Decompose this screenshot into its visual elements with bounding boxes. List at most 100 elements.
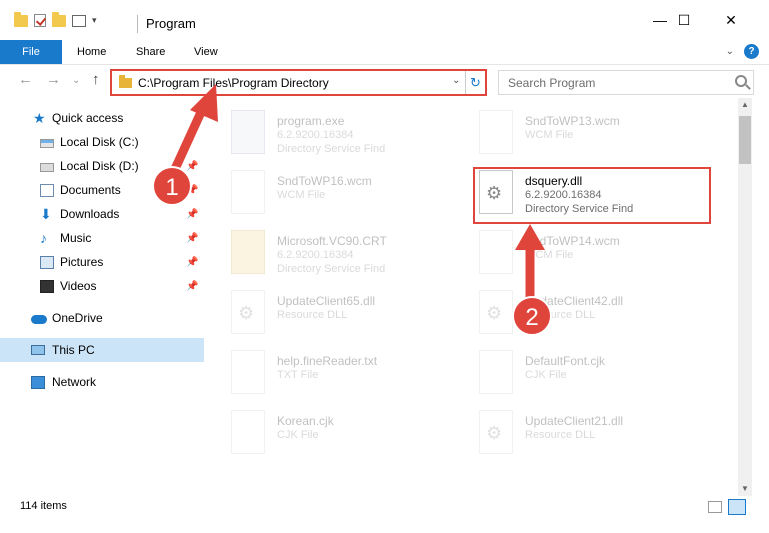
tab-share[interactable]: Share xyxy=(136,40,165,64)
file-name: SndToWP13.wcm xyxy=(525,114,620,128)
pictures-icon xyxy=(40,255,54,269)
address-folder-icon xyxy=(119,75,132,88)
sidebar-item-onedrive[interactable]: OneDrive xyxy=(0,306,204,330)
search-icon[interactable] xyxy=(735,75,747,87)
file-item-sndtowp16[interactable]: SndToWP16.wcm WCM File xyxy=(231,168,471,228)
documents-icon xyxy=(40,183,54,197)
forward-button[interactable]: → xyxy=(46,71,61,88)
pin-icon[interactable]: 📌 xyxy=(186,281,198,292)
sidebar-item-pictures[interactable]: Pictures 📌 xyxy=(0,250,204,274)
pin-icon[interactable]: 📌 xyxy=(186,209,198,220)
file-type: Directory Service Find xyxy=(525,203,634,215)
item-count: 114 items xyxy=(20,500,67,512)
file-icon xyxy=(231,410,265,454)
file-icon xyxy=(231,350,265,394)
back-button[interactable]: ← xyxy=(18,71,33,88)
sidebar-item-this-pc[interactable]: This PC xyxy=(0,338,204,362)
file-version: 6.2.9200.16384 xyxy=(277,249,354,261)
sidebar-item-music[interactable]: ♪ Music 📌 xyxy=(0,226,204,250)
file-type: WCM File xyxy=(525,129,574,141)
callout-badge-2: 2 xyxy=(512,296,552,336)
pin-icon[interactable]: 📌 xyxy=(186,257,198,268)
scroll-thumb[interactable] xyxy=(739,116,751,164)
callout-badge-1: 1 xyxy=(152,166,192,206)
search-placeholder: Search Program xyxy=(508,76,596,90)
file-item-sndtowp13[interactable]: SndToWP13.wcm WCM File xyxy=(479,108,719,168)
star-icon: ★ xyxy=(33,109,46,126)
sidebar-item-label: This PC xyxy=(52,343,95,357)
maximize-button[interactable]: ☐ xyxy=(661,0,707,40)
sidebar-item-label: Local Disk (D:) xyxy=(60,159,139,173)
sidebar-item-label: Videos xyxy=(60,279,97,293)
file-type: WCM File xyxy=(277,189,326,201)
navigation-bar: ← → ⌄ ↑ C:\Program Files\Program Directo… xyxy=(0,64,769,98)
properties-check-icon[interactable] xyxy=(34,14,46,27)
help-icon[interactable]: ? xyxy=(744,44,759,59)
file-name: dsquery.dll xyxy=(525,174,583,188)
file-type: CJK File xyxy=(277,429,319,441)
tab-file[interactable]: File xyxy=(0,40,62,64)
title-bar: ▾ Program — ☐ ✕ xyxy=(0,0,769,40)
disk-icon xyxy=(40,138,54,148)
sidebar-item-label: Quick access xyxy=(52,111,124,125)
tab-home[interactable]: Home xyxy=(77,40,106,64)
title-separator xyxy=(137,15,138,33)
folder-icon[interactable] xyxy=(14,11,28,27)
customize-toolbar-caret-icon[interactable]: ▾ xyxy=(92,15,97,26)
dll-icon xyxy=(479,410,513,454)
file-type: Directory Service Find xyxy=(277,263,386,275)
file-type: Directory Service Find xyxy=(277,143,386,155)
collapse-ribbon-icon[interactable]: ⌄ xyxy=(726,46,734,57)
search-input[interactable]: Search Program xyxy=(498,70,754,95)
details-view-icon[interactable] xyxy=(708,501,722,513)
toolbar-props-icon[interactable] xyxy=(72,14,86,27)
file-version: 6.2.9200.16384 xyxy=(277,129,354,141)
file-type: CJK File xyxy=(525,369,567,381)
sidebar-item-label: Music xyxy=(60,231,92,245)
file-item-program-exe[interactable]: program.exe 6.2.9200.16384 Directory Ser… xyxy=(231,108,471,168)
tab-view[interactable]: View xyxy=(194,40,218,64)
file-icon xyxy=(479,350,513,394)
disk-icon xyxy=(40,162,54,172)
file-item-updateclient21[interactable]: UpdateClient21.dll Resource DLL xyxy=(479,408,719,468)
file-item-defaultfont[interactable]: DefaultFont.cjk CJK File xyxy=(479,348,719,408)
up-button[interactable]: ↑ xyxy=(92,71,100,88)
vertical-scrollbar[interactable]: ▲ ▼ xyxy=(738,98,752,496)
this-pc-icon xyxy=(31,345,45,355)
tiles-view-icon[interactable] xyxy=(728,499,746,515)
file-item-microsoft-vc90-crt[interactable]: Microsoft.VC90.CRT 6.2.9200.16384 Direct… xyxy=(231,228,471,288)
file-name: UpdateClient65.dll xyxy=(277,294,376,308)
close-button[interactable]: ✕ xyxy=(708,0,754,40)
file-name: program.exe xyxy=(277,114,345,128)
file-name: Microsoft.VC90.CRT xyxy=(277,234,387,248)
file-name: help.fineReader.txt xyxy=(277,354,378,368)
quick-access-toolbar: ▾ xyxy=(14,11,97,27)
file-type: Resource DLL xyxy=(525,429,596,441)
onedrive-icon xyxy=(31,315,47,324)
status-bar: 114 items xyxy=(0,496,769,518)
dll-icon xyxy=(231,290,265,334)
address-dropdown-icon[interactable]: ⌄ xyxy=(452,75,460,86)
recent-locations-button[interactable]: ⌄ xyxy=(72,75,80,86)
pin-icon[interactable]: 📌 xyxy=(186,233,198,244)
sidebar-item-videos[interactable]: Videos 📌 xyxy=(0,274,204,298)
file-name: UpdateClient21.dll xyxy=(525,414,624,428)
network-icon xyxy=(31,375,45,389)
sidebar-item-label: Downloads xyxy=(60,207,120,221)
scroll-down-icon[interactable]: ▼ xyxy=(738,484,752,494)
music-icon: ♪ xyxy=(40,229,47,246)
sidebar-item-network[interactable]: Network xyxy=(0,370,204,394)
file-item-updateclient65[interactable]: UpdateClient65.dll Resource DLL xyxy=(231,288,471,348)
scroll-up-icon[interactable]: ▲ xyxy=(738,100,752,110)
file-item-help-finereader[interactable]: help.fineReader.txt TXT File xyxy=(231,348,471,408)
refresh-button[interactable]: ↻ xyxy=(465,71,485,94)
file-item-korean[interactable]: Korean.cjk CJK File xyxy=(231,408,471,468)
arrow-2-head xyxy=(515,224,545,250)
download-icon: ⬇ xyxy=(40,205,52,222)
window-title: Program xyxy=(146,16,196,31)
new-folder-icon[interactable] xyxy=(52,11,66,27)
file-version: 6.2.9200.16384 xyxy=(525,189,602,201)
file-icon xyxy=(479,110,513,154)
file-item-dsquery-dll[interactable]: dsquery.dll 6.2.9200.16384 Directory Ser… xyxy=(479,168,719,228)
sidebar-item-label: Local Disk (C:) xyxy=(60,135,139,149)
